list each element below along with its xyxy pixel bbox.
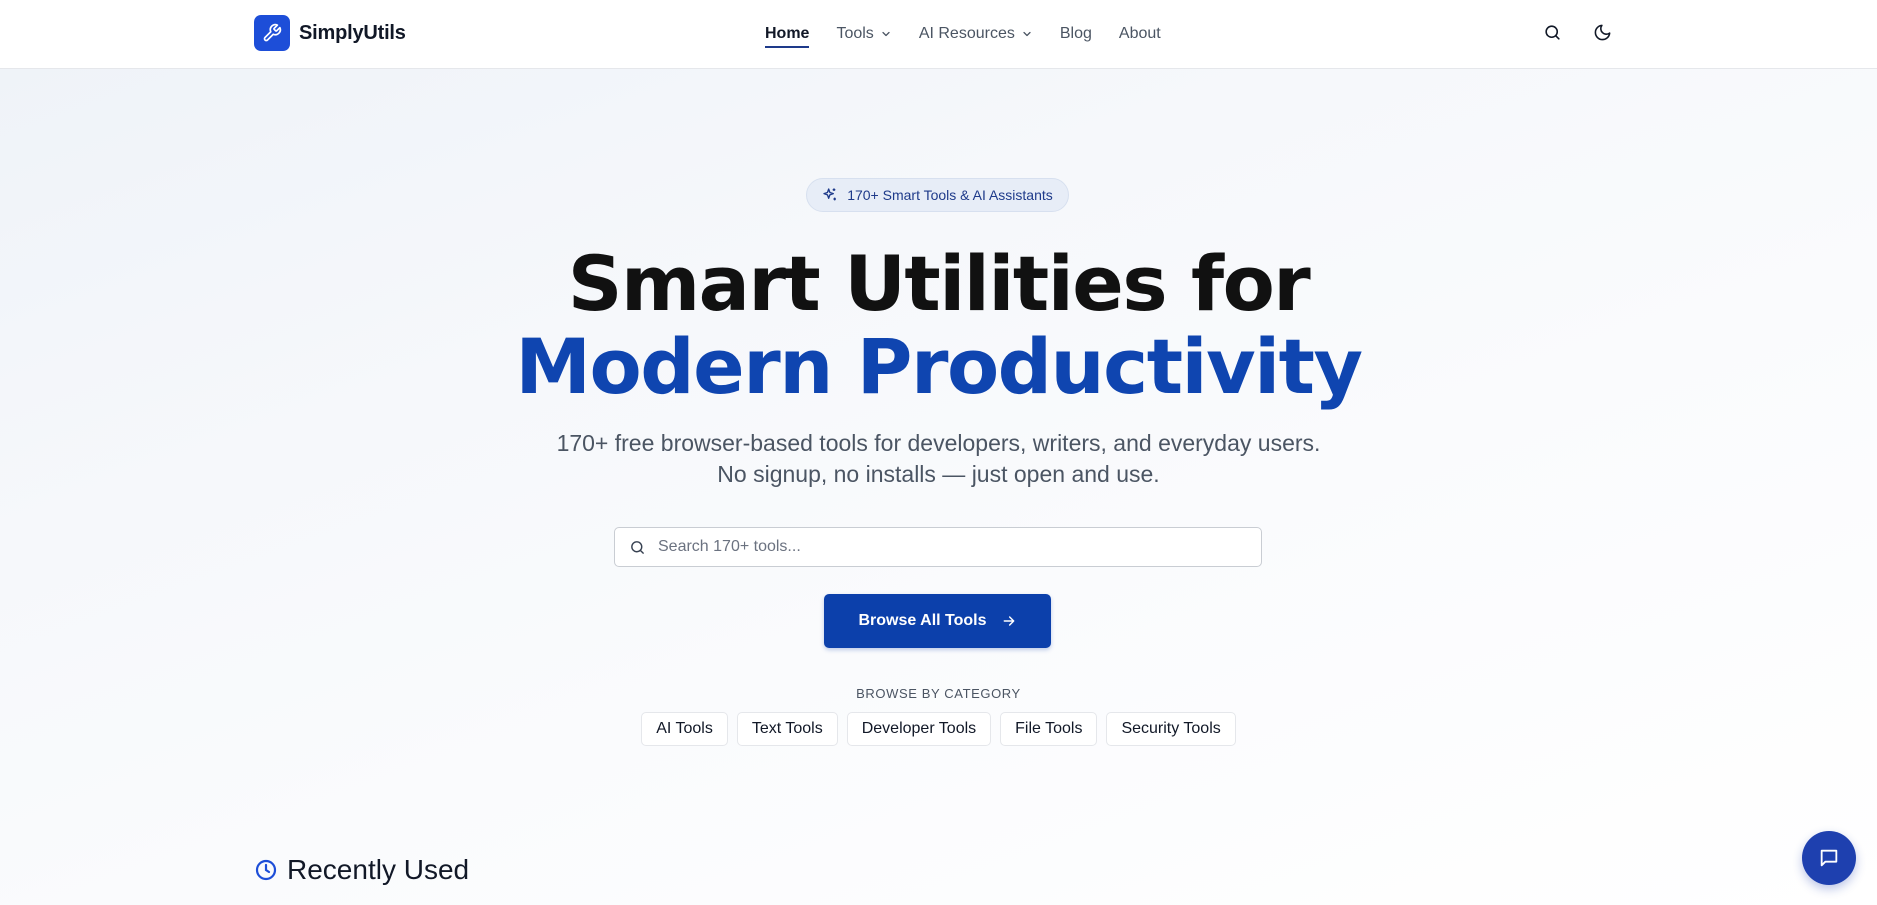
hero-title-line2: Modern Productivity (515, 322, 1363, 411)
main-nav: Home Tools AI Resources Blog About (765, 0, 1188, 68)
category-heading: BROWSE BY CATEGORY (856, 686, 1021, 701)
nav-blog[interactable]: Blog (1060, 19, 1092, 49)
chevron-down-icon (882, 31, 890, 37)
top-header: SimplyUtils Home Tools AI Resources Blog… (0, 0, 1877, 69)
nav-home[interactable]: Home (765, 19, 810, 49)
search-input[interactable] (658, 538, 1238, 556)
nav-ai-resources-label: AI Resources (918, 25, 1015, 42)
chip-file-tools[interactable]: File Tools (1000, 712, 1098, 746)
hero-badge-text: 170+ Smart Tools & AI Assistants (847, 187, 1053, 203)
browse-all-tools-label: Browse All Tools (858, 612, 987, 629)
hero-subtitle-line1: 170+ free browser-based tools for develo… (556, 430, 1321, 456)
chip-developer-tools[interactable]: Developer Tools (846, 712, 992, 746)
chat-icon (1820, 849, 1838, 867)
clock-icon (255, 859, 277, 881)
search-icon (631, 540, 644, 554)
category-chips: AI Tools Text Tools Developer Tools File… (0, 712, 1877, 746)
chat-button[interactable] (1802, 831, 1856, 885)
chip-ai-tools[interactable]: AI Tools (641, 712, 728, 746)
site-logo[interactable]: SimplyUtils (254, 15, 406, 51)
moon-icon[interactable] (1590, 20, 1614, 44)
header-actions (1540, 20, 1614, 44)
nav-home-label: Home (765, 25, 810, 42)
recently-used-section: Recently Used (254, 854, 469, 886)
recently-used-title: Recently Used (287, 854, 470, 885)
nav-about-label: About (1118, 25, 1161, 42)
chevron-down-icon (1023, 31, 1031, 37)
nav-tools[interactable]: Tools (836, 19, 891, 49)
hero-subtitle: 170+ free browser-based tools for develo… (0, 428, 1877, 490)
nav-tools-label: Tools (836, 25, 874, 42)
nav-ai-resources[interactable]: AI Resources (919, 19, 1033, 49)
sparkles-icon (823, 188, 837, 201)
hero-title-line1: Smart Utilities for (567, 239, 1311, 328)
search-icon[interactable] (1540, 20, 1564, 44)
nav-about[interactable]: About (1119, 19, 1161, 49)
tool-search (614, 527, 1262, 567)
chip-text-tools[interactable]: Text Tools (736, 712, 838, 746)
nav-blog-label: Blog (1059, 25, 1092, 42)
arrow-right-icon (1003, 616, 1014, 626)
logo-text: SimplyUtils (299, 21, 406, 44)
browse-all-tools-button[interactable]: Browse All Tools (824, 594, 1051, 648)
hero-badge: 170+ Smart Tools & AI Assistants (806, 178, 1069, 212)
hero-subtitle-line2: No signup, no installs — just open and u… (717, 461, 1160, 487)
chip-security-tools[interactable]: Security Tools (1106, 712, 1236, 746)
wrench-icon (254, 15, 290, 51)
